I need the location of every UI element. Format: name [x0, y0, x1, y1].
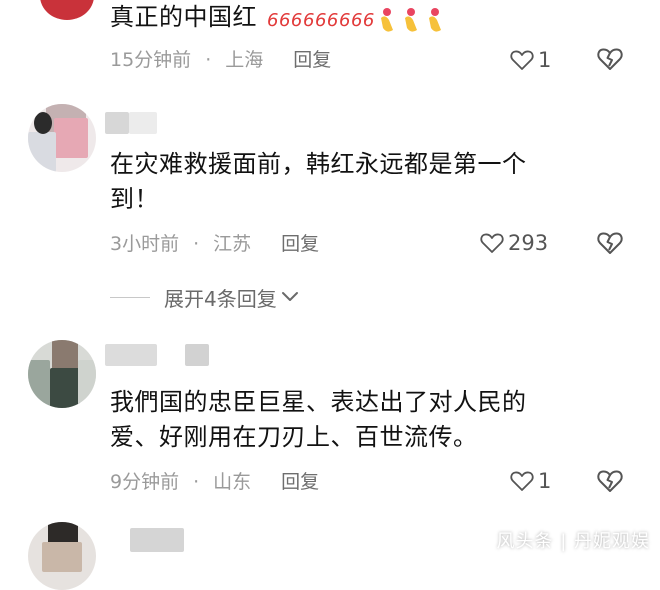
username-blurred[interactable]	[105, 112, 129, 134]
comment-meta: 3小时前 · 江苏 回复	[110, 229, 319, 257]
like-count: 1	[538, 48, 552, 72]
like-button[interactable]: 1	[510, 45, 551, 75]
reply-button[interactable]: 回复	[293, 46, 331, 74]
like-button[interactable]: 1	[510, 466, 551, 496]
divider	[110, 296, 150, 298]
reply-button[interactable]: 回复	[281, 230, 319, 258]
heart-icon	[510, 50, 534, 70]
expand-replies-label: 展开4条回复	[164, 286, 277, 311]
comment-text: 真正的中国红 666 666 666	[110, 0, 447, 36]
username-blurred-2	[185, 344, 209, 366]
separator-dot: ·	[205, 48, 212, 71]
emoji-row: 666 666 666	[261, 7, 447, 32]
dislike-heart-icon[interactable]	[596, 229, 624, 257]
avatar-partial-bottom[interactable]	[28, 522, 96, 590]
avatar[interactable]	[28, 104, 96, 172]
comment-time: 15分钟前	[110, 48, 192, 71]
comment-location: 江苏	[213, 232, 252, 255]
expand-replies-button[interactable]: 展开4条回复	[110, 283, 299, 311]
reply-button[interactable]: 回复	[281, 468, 319, 496]
comment-text: 我們国的忠臣巨星、表达出了对人民的 爱、好刚用在刀刃上、百世流传。	[110, 388, 527, 451]
like-count: 1	[538, 469, 552, 493]
username-blurred-2	[129, 112, 157, 134]
username-blurred[interactable]	[130, 528, 184, 552]
avatar[interactable]	[28, 340, 96, 408]
separator-dot: ·	[193, 470, 200, 493]
avatar-partial-top[interactable]	[40, 0, 94, 20]
comment-location: 上海	[225, 48, 264, 71]
emoji-icons: 666 666 666	[267, 7, 442, 32]
separator-dot: ·	[193, 232, 200, 255]
like-button[interactable]: 293	[480, 228, 548, 258]
heart-icon	[510, 471, 534, 491]
watermark: 风头条 | 丹妮观娱	[496, 531, 650, 552]
comment-time: 9分钟前	[110, 470, 180, 493]
heart-icon	[480, 233, 504, 253]
username-blurred[interactable]	[105, 344, 157, 366]
svg-text:666: 666	[303, 10, 339, 31]
dislike-heart-icon[interactable]	[596, 45, 624, 73]
comment-meta: 9分钟前 · 山东 回复	[110, 467, 319, 495]
comment-location: 山东	[213, 470, 252, 493]
svg-text:666: 666	[267, 10, 303, 31]
svg-text:666: 666	[339, 10, 375, 31]
comment-text: 在灾难救援面前，韩红永远都是第一个 到！	[110, 150, 527, 213]
like-count: 293	[508, 231, 549, 255]
chevron-down-icon	[281, 292, 298, 301]
dislike-heart-icon[interactable]	[596, 467, 624, 495]
comment-meta: 15分钟前 · 上海 回复	[110, 45, 331, 73]
comment-time: 3小时前	[110, 232, 180, 255]
